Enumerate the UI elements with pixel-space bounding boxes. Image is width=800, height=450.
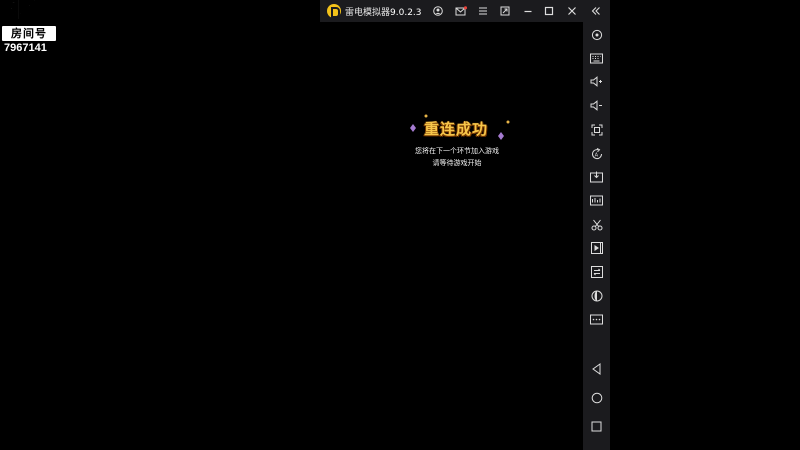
svg-text:A: A	[594, 152, 598, 158]
recent-apps-icon[interactable]	[589, 419, 604, 434]
sync-icon[interactable]	[589, 264, 604, 279]
emulator-window: 雷电模拟器9.0.2.3 重连成功 您将在下一个环节加入游戏 请等待游戏开始 A	[320, 0, 610, 450]
close-icon[interactable]	[565, 4, 579, 18]
install-apk-icon[interactable]	[589, 169, 604, 184]
back-icon[interactable]	[589, 361, 604, 376]
emulator-sidebar: A	[583, 22, 610, 450]
volume-down-icon[interactable]	[589, 98, 604, 113]
splash-message-line1: 您将在下一个环节加入游戏	[415, 147, 499, 155]
fullscreen-icon[interactable]	[589, 122, 604, 137]
decor-dot-icon	[506, 120, 510, 124]
mail-icon[interactable]	[454, 4, 468, 18]
app-name: 雷电模拟器	[345, 8, 391, 18]
splash-title: 重连成功	[423, 120, 488, 138]
volume-up-icon[interactable]	[589, 74, 604, 89]
collapse-sidebar-icon[interactable]	[589, 4, 603, 18]
room-label: 房间号	[2, 26, 56, 41]
room-id: 7967141	[4, 42, 47, 54]
popout-icon[interactable]	[498, 4, 512, 18]
maximize-icon[interactable]	[542, 4, 556, 18]
more-icon[interactable]	[589, 312, 604, 327]
minimize-icon[interactable]	[521, 4, 535, 18]
ldplayer-logo-icon	[327, 4, 341, 18]
title-bar: 雷电模拟器9.0.2.3	[320, 0, 610, 22]
decor-sparkle-icon	[498, 132, 504, 140]
emulator-screen[interactable]: 重连成功 您将在下一个环节加入游戏 请等待游戏开始	[320, 22, 583, 450]
window-title: 雷电模拟器9.0.2.3	[345, 5, 422, 18]
user-icon[interactable]	[431, 4, 445, 18]
settings-icon[interactable]	[589, 27, 604, 42]
record-icon[interactable]	[589, 240, 604, 255]
keyboard-icon[interactable]	[589, 51, 604, 66]
reconnect-success-splash: 重连成功 您将在下一个环节加入游戏 请等待游戏开始	[402, 114, 512, 174]
shake-icon[interactable]	[589, 288, 604, 303]
splash-message-line2: 请等待游戏开始	[432, 159, 482, 167]
home-icon[interactable]	[589, 390, 604, 405]
app-version: 9.0.2.3	[390, 8, 422, 18]
screenshot-icon[interactable]	[589, 217, 604, 232]
menu-icon[interactable]	[476, 4, 490, 18]
rotate-icon[interactable]: A	[589, 146, 604, 161]
douyu-logo-text: 斗鱼	[3, 0, 51, 24]
fps-icon[interactable]	[589, 193, 604, 208]
douyu-logo: 斗鱼	[3, 0, 52, 24]
